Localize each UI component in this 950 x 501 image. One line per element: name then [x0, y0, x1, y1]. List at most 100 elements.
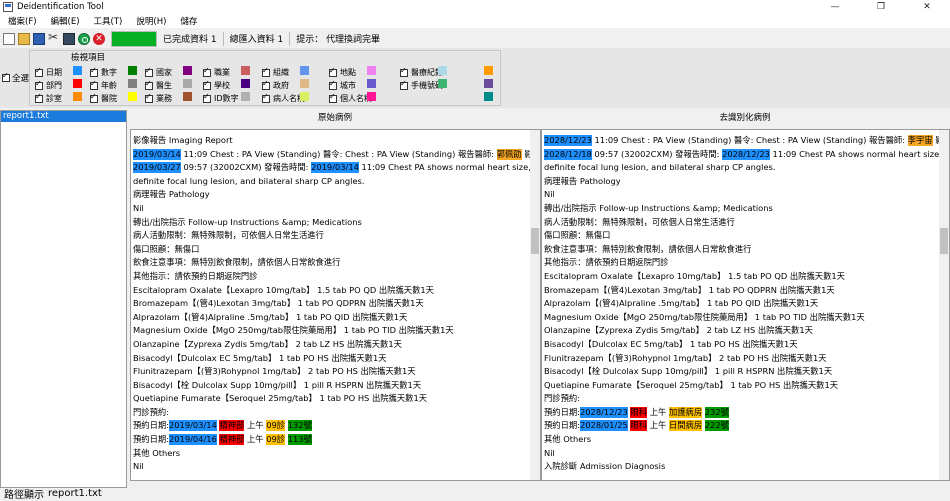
checkbox-icon[interactable]: [262, 92, 270, 103]
save-icon[interactable]: [33, 32, 45, 45]
text-segment: Escitalopram Oxalate【Lexapro 10mg/tab】 1…: [544, 270, 845, 281]
category-color-swatch: [241, 92, 250, 101]
category-checkbox[interactable]: 業務: [145, 92, 172, 104]
category-checkbox[interactable]: 診室: [35, 92, 62, 104]
highlighted-entity: 2019/03/27: [133, 162, 181, 174]
category-color-swatch: [73, 79, 82, 88]
text-line: 病人活動限制：無特殊限制，可依個人日常生活進行: [133, 229, 528, 243]
category-checkbox[interactable]: 病人名稱: [262, 92, 305, 104]
checkbox-icon[interactable]: [90, 79, 98, 90]
maximize-button[interactable]: ❐: [858, 0, 904, 14]
category-color-swatch: [73, 92, 82, 101]
highlighted-entity: 2019/03/14: [311, 162, 359, 174]
text-segment: Escitalopram Oxalate【Lexapro 10mg/tab】 1…: [133, 284, 434, 295]
window-title: Deidentification Tool: [17, 2, 104, 12]
checkbox-icon[interactable]: [145, 79, 153, 90]
category-checkbox[interactable]: 部門: [35, 79, 62, 91]
original-scrollbar[interactable]: [530, 130, 540, 480]
text-line: Bisacodyl【Dulcolax EC 5mg/tab】 1 tab PO …: [133, 352, 528, 366]
close-button[interactable]: ✕: [904, 0, 950, 14]
group-title: 檢視項目: [69, 51, 108, 63]
import-count-label: 總匯入資料 1: [229, 35, 284, 45]
text-segment: Magnesium Oxide【MgO 250mg/tab限住院藥局用】 1 t…: [544, 311, 865, 322]
category-label: 業務: [156, 94, 172, 103]
checkbox-icon[interactable]: [329, 66, 337, 77]
checkbox-icon[interactable]: [329, 79, 337, 90]
checkbox-icon[interactable]: [90, 66, 98, 77]
checkbox-icon[interactable]: [400, 79, 408, 90]
menu-edit[interactable]: 編輯(E): [51, 15, 80, 27]
checkbox-icon[interactable]: [145, 66, 153, 77]
new-file-icon[interactable]: [3, 32, 15, 45]
select-all-label: 全選: [12, 74, 30, 84]
category-checkbox[interactable]: 醫生: [145, 79, 172, 91]
text-line: 病人活動限制：無特殊限制，可依個人日常生活進行: [544, 216, 937, 230]
run-icon[interactable]: [78, 32, 90, 45]
checkbox-icon[interactable]: [90, 92, 98, 103]
category-checkbox[interactable]: 醫院: [90, 92, 117, 104]
scroll-thumb[interactable]: [940, 228, 948, 254]
checkbox-icon[interactable]: [262, 79, 270, 90]
text-line: 2028/12/23 11:09 Chest : PA View (Standi…: [544, 134, 949, 148]
checkbox-icon[interactable]: [35, 79, 43, 90]
category-label: 日期: [46, 68, 62, 77]
category-checkbox[interactable]: 政府: [262, 79, 289, 91]
deid-text-pane[interactable]: 2028/12/23 11:09 Chest : PA View (Standi…: [541, 129, 950, 481]
category-checkbox[interactable]: 日期: [35, 66, 62, 78]
text-segment: 傷口照顧：無傷口: [133, 243, 200, 254]
category-color-swatch: [183, 92, 192, 101]
text-line: 其他 Others: [133, 447, 528, 461]
file-item[interactable]: report1.txt: [1, 111, 126, 122]
text-segment: Olanzapine【Zyprexa Zydis 5mg/tab】 2 tab …: [544, 325, 813, 336]
original-text-content: 影像報告 Imaging Report 2019/03/14 11:09 Ches…: [133, 134, 540, 474]
checkbox-icon[interactable]: [203, 79, 211, 90]
select-all-checkbox[interactable]: 全選: [2, 71, 30, 84]
checkbox-icon[interactable]: [400, 66, 408, 77]
text-segment: 預約日期:: [133, 420, 169, 431]
menu-file[interactable]: 檔案(F): [8, 15, 37, 27]
checkbox-icon[interactable]: [145, 92, 153, 103]
checkbox-icon[interactable]: [35, 92, 43, 103]
text-line: Nil: [544, 447, 937, 461]
category-label: 國家: [156, 68, 172, 77]
open-folder-icon[interactable]: [18, 32, 30, 45]
category-checkbox[interactable]: 學校: [203, 79, 230, 91]
menu-save[interactable]: 儲存: [180, 15, 197, 27]
scissors-icon[interactable]: [48, 30, 60, 45]
path-value: report1.txt: [48, 487, 102, 499]
text-segment: 其他指示：請依預約日期返院門診: [133, 270, 258, 281]
text-segment: 11:09 Chest : PA View (Standing) 醫令: Che…: [591, 135, 908, 145]
deid-scrollbar[interactable]: [939, 130, 949, 480]
category-checkbox[interactable]: 國家: [145, 66, 172, 78]
category-checkbox[interactable]: 數字: [90, 66, 117, 78]
checkbox-icon[interactable]: [2, 71, 10, 82]
category-checkbox[interactable]: 年齡: [90, 79, 117, 91]
text-segment: 門診預約:: [133, 406, 169, 417]
text-segment: 預約日期:: [544, 406, 580, 417]
checkbox-icon[interactable]: [203, 92, 211, 103]
category-checkbox[interactable]: 城市: [329, 79, 356, 91]
minimize-button[interactable]: —: [812, 0, 858, 14]
scroll-thumb[interactable]: [531, 228, 539, 254]
category-checkbox[interactable]: 職業: [203, 66, 230, 78]
checkbox-icon[interactable]: [329, 92, 337, 103]
category-checkbox[interactable]: 個人名稱: [329, 92, 372, 104]
menu-help[interactable]: 說明(H): [136, 15, 166, 27]
original-text-pane[interactable]: 影像報告 Imaging Report 2019/03/14 11:09 Ches…: [130, 129, 541, 481]
category-checkbox[interactable]: ID數字: [203, 92, 239, 104]
text-line: Alprazolam【(管4)Alpraline .5mg/tab】 1 tab…: [544, 297, 937, 311]
stop-icon[interactable]: ✕: [93, 32, 105, 45]
category-checkbox[interactable]: 手機號碼: [400, 79, 443, 91]
checkbox-icon[interactable]: [35, 66, 43, 77]
category-checkbox[interactable]: 組織: [262, 66, 289, 78]
checkbox-icon[interactable]: [203, 66, 211, 77]
text-segment: Quetiapine Fumarate【Seroquel 25mg/tab】 1…: [133, 393, 428, 404]
checkbox-icon[interactable]: [262, 66, 270, 77]
text-line: Bisacodyl【Dulcolax EC 5mg/tab】 1 tab PO …: [544, 338, 937, 352]
menu-tools[interactable]: 工具(T): [94, 15, 123, 27]
category-checkbox[interactable]: 地點: [329, 66, 356, 78]
file-list[interactable]: report1.txt: [0, 110, 127, 488]
grid-icon[interactable]: [63, 32, 75, 45]
highlighted-entity: 加護病房: [668, 406, 703, 418]
category-checkbox[interactable]: 醫療紀錄: [400, 66, 443, 78]
